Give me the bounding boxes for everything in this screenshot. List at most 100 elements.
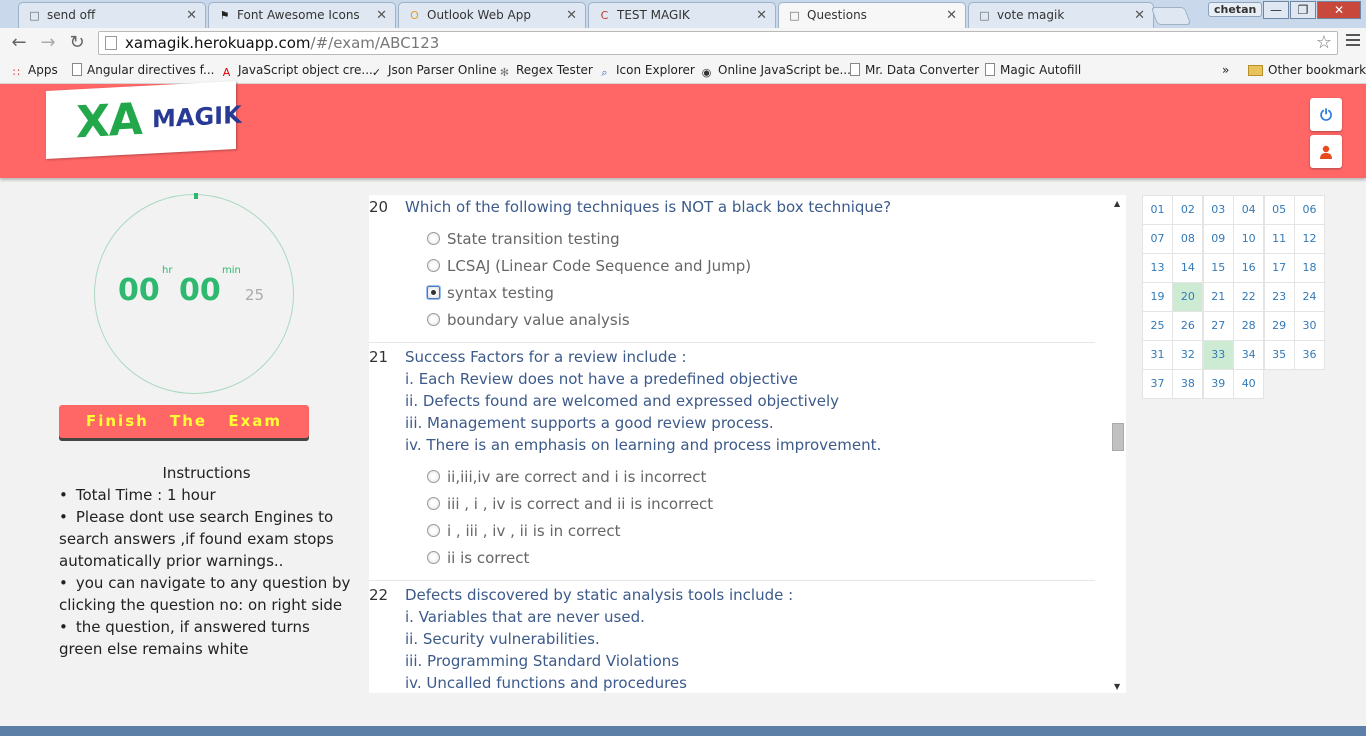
close-window-button[interactable]: ✕ [1317, 1, 1361, 19]
question-nav-cell[interactable]: 15 [1202, 253, 1234, 283]
scroll-down-arrow-icon[interactable]: ▼ [1114, 682, 1120, 691]
question-nav-cell[interactable]: 31 [1142, 340, 1173, 370]
question-nav-cell[interactable]: 38 [1172, 369, 1204, 399]
question-nav-cell[interactable]: 37 [1142, 369, 1173, 399]
question-nav-cell[interactable]: 12 [1294, 224, 1325, 254]
bookmark-item[interactable]: ✻ Regex Tester [498, 63, 593, 79]
question-nav-cell[interactable]: 16 [1233, 253, 1265, 283]
question-nav-cell[interactable]: 05 [1263, 195, 1295, 225]
scroll-up-arrow-icon[interactable]: ▲ [1114, 199, 1120, 208]
radio-button[interactable] [427, 313, 440, 326]
close-tab-icon[interactable]: ✕ [946, 8, 957, 23]
question-nav-cell[interactable]: 08 [1172, 224, 1204, 254]
question-nav-cell[interactable]: 35 [1263, 340, 1295, 370]
logout-button[interactable]: ⏻ [1310, 98, 1342, 131]
profile-button[interactable] [1310, 135, 1342, 168]
bookmark-item[interactable]: ✓ Json Parser Online [370, 63, 497, 79]
minimize-button[interactable]: — [1263, 1, 1289, 19]
question-nav-cell[interactable]: 32 [1172, 340, 1204, 370]
question-nav-cell[interactable]: 28 [1233, 311, 1265, 341]
forward-arrow-icon[interactable]: → [37, 32, 59, 53]
question-nav-cell[interactable]: 03 [1202, 195, 1234, 225]
close-tab-icon[interactable]: ✕ [376, 8, 387, 23]
question-nav-cell[interactable]: 25 [1142, 311, 1173, 341]
bookmark-item[interactable]: ◉ Online JavaScript be... [700, 63, 851, 79]
question-nav-cell[interactable]: 10 [1233, 224, 1265, 254]
question-nav-cell[interactable]: 09 [1202, 224, 1234, 254]
bookmark-item[interactable]: ∷ Apps [10, 63, 58, 79]
close-tab-icon[interactable]: ✕ [1134, 8, 1145, 23]
radio-button[interactable] [427, 286, 440, 299]
bookmark-item[interactable]: Angular directives f... [72, 63, 214, 77]
answer-option[interactable]: ii,iii,iv are correct and i is incorrect [427, 466, 1095, 493]
question-nav-cell[interactable]: 07 [1142, 224, 1173, 254]
question-nav-cell[interactable]: 22 [1233, 282, 1265, 312]
bookmark-item[interactable]: ⌕ Icon Explorer [598, 63, 694, 79]
question-nav-cell[interactable]: 11 [1263, 224, 1295, 254]
answer-option[interactable]: boundary value analysis [427, 309, 1095, 336]
question-nav-cell[interactable]: 17 [1263, 253, 1295, 283]
bookmark-item[interactable]: Mr. Data Converter [850, 63, 979, 77]
radio-button[interactable] [427, 232, 440, 245]
radio-button[interactable] [427, 259, 440, 272]
new-tab-button[interactable] [1150, 7, 1192, 25]
question-nav-cell[interactable]: 19 [1142, 282, 1173, 312]
browser-tab[interactable]: □ Questions ✕ [778, 2, 966, 29]
question-nav-cell[interactable]: 29 [1263, 311, 1295, 341]
browser-tab[interactable]: □ send off ✕ [18, 2, 206, 28]
question-nav-cell[interactable]: 40 [1233, 369, 1265, 399]
question-nav-cell[interactable]: 21 [1202, 282, 1234, 312]
question-nav-cell[interactable]: 14 [1172, 253, 1204, 283]
answer-option[interactable]: State transition testing [427, 228, 1095, 255]
question-nav-cell[interactable]: 27 [1202, 311, 1234, 341]
close-tab-icon[interactable]: ✕ [756, 8, 767, 23]
reload-icon[interactable]: ↻ [66, 32, 88, 53]
browser-tab[interactable]: ⚑ Font Awesome Icons ✕ [208, 2, 396, 28]
maximize-button[interactable]: ❐ [1290, 1, 1316, 19]
question-nav-cell[interactable]: 06 [1294, 195, 1325, 225]
question-nav-cell[interactable]: 33 [1202, 340, 1234, 370]
adobe-icon: A [222, 66, 231, 79]
radio-button[interactable] [427, 524, 440, 537]
bookmarks-overflow-button[interactable]: » [1222, 63, 1229, 77]
question-nav-cell[interactable]: 34 [1233, 340, 1265, 370]
question-nav-cell[interactable]: 36 [1294, 340, 1325, 370]
question-nav-cell[interactable]: 20 [1172, 282, 1204, 312]
bookmark-star-icon[interactable]: ☆ [1316, 32, 1332, 53]
answer-option[interactable]: ii is correct [427, 547, 1095, 574]
question-nav-cell[interactable]: 23 [1263, 282, 1295, 312]
answer-option[interactable]: i , iii , iv , ii is in correct [427, 520, 1095, 547]
question-nav-cell[interactable]: 39 [1202, 369, 1234, 399]
other-bookmarks[interactable]: Other bookmarks [1248, 63, 1366, 77]
browser-menu-icon[interactable] [1346, 34, 1360, 49]
question-nav-cell[interactable]: 01 [1142, 195, 1173, 225]
profile-name[interactable]: chetan [1208, 2, 1263, 17]
answer-option[interactable]: LCSAJ (Linear Code Sequence and Jump) [427, 255, 1095, 282]
scrollbar-thumb[interactable] [1112, 423, 1124, 451]
answer-option[interactable]: iii , i , iv is correct and ii is incorr… [427, 493, 1095, 520]
timer-progress-tick [194, 193, 198, 199]
question-nav-cell[interactable]: 02 [1172, 195, 1204, 225]
browser-tab[interactable]: O Outlook Web App ✕ [398, 2, 586, 28]
answer-option[interactable]: syntax testing [427, 282, 1095, 309]
question-nav-cell[interactable]: 13 [1142, 253, 1173, 283]
finish-exam-button[interactable]: Finish The Exam [59, 405, 309, 438]
question-nav-cell[interactable]: 24 [1294, 282, 1325, 312]
question-nav-cell[interactable]: 30 [1294, 311, 1325, 341]
browser-tab[interactable]: □ vote magik ✕ [968, 2, 1154, 28]
radio-button[interactable] [427, 551, 440, 564]
close-tab-icon[interactable]: ✕ [186, 8, 197, 23]
close-tab-icon[interactable]: ✕ [566, 8, 577, 23]
question-nav-cell[interactable]: 18 [1294, 253, 1325, 283]
xamagik-logo[interactable]: XA MAGIK [46, 81, 242, 159]
question-nav-cell[interactable]: 26 [1172, 311, 1204, 341]
questions-scrollbar[interactable]: ▲ ▼ [1110, 195, 1126, 693]
question-nav-cell[interactable]: 04 [1233, 195, 1265, 225]
radio-button[interactable] [427, 497, 440, 510]
bookmark-item[interactable]: A JavaScript object cre... [220, 63, 373, 79]
bookmark-item[interactable]: Magic Autofill [985, 63, 1081, 77]
browser-tab[interactable]: C TEST MAGIK ✕ [588, 2, 776, 28]
back-arrow-icon[interactable]: ← [8, 32, 30, 53]
url-bar[interactable]: xamagik.herokuapp.com/#/exam/ABC123 ☆ [98, 31, 1338, 55]
radio-button[interactable] [427, 470, 440, 483]
